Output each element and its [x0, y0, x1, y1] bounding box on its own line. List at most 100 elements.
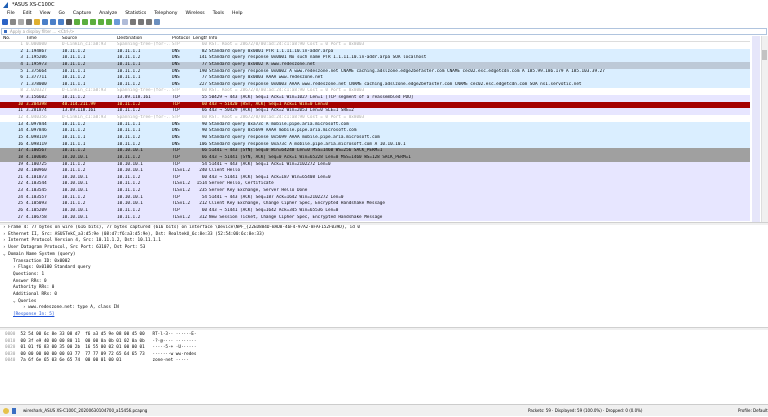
hex-ascii[interactable]: ·······w ww·redes — [153, 352, 197, 357]
packet-row[interactable]: 9 3.156602 10.11.1.2 13.89.118.161 TCP 55 5042… — [0, 95, 750, 102]
toolbar-icon[interactable] — [34, 19, 40, 25]
packet-row[interactable]: 14 4.097846 10.11.1.2 10.11.1.1 DNS 90 Standar… — [0, 128, 750, 135]
toolbar-icon[interactable] — [106, 19, 112, 25]
packet-details-pane: › Frame 4: 77 bytes on wire (616 bits), … — [0, 225, 768, 326]
packet-row[interactable]: 20 4.100960 10.11.1.2 10.10.10.1 TLSv1.2 240 C… — [0, 168, 750, 175]
menu-edit[interactable]: Edit — [19, 10, 36, 18]
detail-tree-item[interactable]: [Response In: 5] — [0, 312, 768, 319]
hex-offset: 0040 — [5, 358, 16, 364]
toolbar-icon[interactable] — [26, 19, 32, 25]
packet-row[interactable]: 23 4.103545 10.10.10.1 10.11.1.2 TLSv1.2 235 S… — [0, 188, 750, 195]
menu-bar: File Edit View Go Capture Analyze Statistics Te… — [0, 10, 247, 18]
packet-row[interactable]: 19 4.100725 10.11.1.2 10.10.10.1 TCP 54 51441 … — [0, 161, 750, 169]
packet-row[interactable]: 24 4.103557 10.11.1.2 10.10.10.1 TCP 54 51441 … — [0, 194, 750, 202]
packet-row[interactable]: 21 4.101873 10.10.10.1 10.11.1.2 TCP 60 443 → … — [0, 174, 750, 182]
toolbar-icon[interactable] — [146, 19, 152, 25]
toolbar-icon[interactable] — [66, 19, 72, 25]
toolbar-icon[interactable] — [138, 19, 144, 25]
hex-ascii[interactable]: ·?·@···· ········ — [153, 339, 197, 344]
menu-view[interactable]: View — [36, 10, 55, 18]
toolbar-icon[interactable] — [98, 19, 104, 25]
packet-row[interactable]: 4 1.195973 10.11.1.2 10.11.1.1 DNS 77 Standard… — [0, 61, 750, 69]
hex-ascii[interactable]: ·····5·+ ·U······ — [153, 345, 197, 350]
detail-tree-item[interactable]: › www.redeszone.net: type A, class IN — [0, 305, 768, 312]
detail-tree-item[interactable]: › Flags: 0x0100 Standard query — [0, 265, 768, 272]
packet-row[interactable]: 7 1.378000 10.11.1.1 10.11.1.2 DNS 227 Standar… — [0, 81, 750, 89]
packet-cell: 10.10.10.1 — [62, 214, 88, 220]
toolbar-icon[interactable] — [114, 19, 120, 25]
bookmark-icon[interactable] — [4, 30, 7, 33]
toolbar-icon[interactable] — [82, 19, 88, 25]
toolbar-icon[interactable] — [154, 19, 160, 25]
packet-row[interactable]: 2 1.194867 10.11.1.2 10.11.1.1 DNS 82 Standard… — [0, 48, 750, 56]
detail-tree-item[interactable]: › Frame 4: 77 bytes on wire (616 bits), … — [0, 225, 768, 232]
toolbar-icon[interactable] — [58, 19, 64, 25]
menu-help[interactable]: Help — [228, 10, 246, 18]
profile-label[interactable]: Profile: Default — [738, 405, 768, 417]
packet-row[interactable]: 18 4.100686 10.10.10.1 10.11.1.2 TCP 66 443 → … — [0, 154, 750, 162]
packet-row[interactable]: 11 3.281874 13.89.118.161 10.11.1.2 TCP 66 443… — [0, 108, 750, 116]
packet-row[interactable]: 3 1.195206 10.11.1.1 10.11.1.2 DNS 141 Standar… — [0, 55, 750, 62]
toolbar-icon[interactable] — [130, 19, 136, 25]
hex-bytes[interactable]: 00 3f e9 40 00 00 80 11 00 00 0a 0b 01 0… — [21, 339, 145, 344]
capture-file-name: wireshark_ASUS XS-C100C_20200630104700_a… — [23, 408, 148, 413]
detail-tree-item[interactable]: › User Datagram Protocol, Src Port: 6310… — [0, 245, 768, 252]
hex-row: 0040 7a 6f 6e 65 03 6e 65 74 00 00 01 00… — [0, 358, 768, 365]
menu-capture[interactable]: Capture — [69, 10, 95, 18]
packet-cell: 27 — [17, 214, 23, 220]
detail-tree-item[interactable]: Authority RRs: 0 — [0, 285, 768, 292]
packet-cell: TLSv1.2 — [172, 214, 191, 220]
menu-wireless[interactable]: Wireless — [181, 10, 208, 18]
packet-minimap[interactable] — [752, 36, 760, 222]
packet-row[interactable]: 5 1.375664 10.11.1.1 10.11.1.2 DNS 190 Standar… — [0, 68, 750, 76]
toolbar-icon[interactable] — [122, 19, 128, 25]
packet-row[interactable]: 10 3.204398 40.114.211.99 10.11.1.2 TCP 60 443… — [0, 101, 750, 109]
hex-offset: 0000 — [5, 332, 16, 337]
toolbar-icon[interactable] — [42, 19, 48, 25]
packet-row[interactable]: 12 4.040356 D-LinkIn_c1:a8:93 Spanning-tree… — [0, 115, 750, 122]
menu-go[interactable]: Go — [55, 10, 69, 18]
packet-row[interactable]: 26 4.105209 10.10.10.1 10.11.1.2 TCP 60 443 → … — [0, 208, 750, 215]
detail-text: ⌄ Domain Name System (query) — [3, 251, 76, 257]
packet-row[interactable]: 16 4.098119 10.11.1.1 10.11.1.2 DNS 106 Standa… — [0, 141, 750, 149]
toolbar-icon[interactable] — [90, 19, 96, 25]
detail-text[interactable]: [Response In: 5] — [13, 312, 54, 317]
packet-row[interactable]: 15 4.098119 10.11.1.1 10.11.1.2 DNS 90 Standar… — [0, 134, 750, 142]
packet-list-scrollbar[interactable] — [761, 36, 768, 222]
detail-text: Answer RRs: 0 — [13, 278, 47, 284]
hex-bytes[interactable]: 7a 6f 6e 65 03 6e 65 74 00 00 01 00 01 — [21, 358, 145, 363]
comment-icon[interactable] — [12, 408, 16, 414]
display-filter-input[interactable]: Apply a display filter … <Ctrl-/> — [1, 28, 767, 35]
hex-ascii[interactable]: zone·net ····· — [153, 358, 189, 363]
toolbar-icon[interactable] — [18, 19, 24, 25]
detail-tree-item[interactable]: Questions: 1 — [0, 272, 768, 279]
packet-row[interactable]: 1 0.000000 D-LinkIn_c1:a8:93 Spanning-tree-… — [0, 42, 750, 49]
menu-statistics[interactable]: Statistics — [121, 10, 150, 18]
menu-analyze[interactable]: Analyze — [95, 10, 121, 18]
menu-tools[interactable]: Tools — [209, 10, 228, 18]
scrollbar-thumb[interactable] — [762, 50, 767, 60]
packet-row[interactable]: 8 2.020327 D-LinkIn_c1:a8:93 Spanning-tree-… — [0, 88, 750, 96]
packet-row[interactable]: 17 4.100567 10.11.1.2 10.10.10.1 TCP 66 51441 … — [0, 148, 750, 155]
detail-tree-item[interactable]: Additional RRs: 0 — [0, 292, 768, 299]
hex-ascii[interactable]: RT·l·3·· ······E· — [153, 332, 197, 337]
packet-row[interactable]: 13 4.097844 10.11.1.2 10.11.1.1 DNS 90 Standar… — [0, 121, 750, 129]
packet-row[interactable]: 6 1.377711 10.11.1.2 10.11.1.1 DNS 77 Standard… — [0, 75, 750, 82]
detail-tree-item[interactable]: Transaction ID: 0x0002 — [0, 259, 768, 266]
toolbar-icon[interactable] — [2, 19, 8, 25]
toolbar-icon[interactable] — [74, 19, 80, 25]
detail-tree-item[interactable]: ⌄ Domain Name System (query) — [0, 252, 768, 259]
packet-row[interactable]: 22 4.103544 10.10.10.1 10.11.1.2 TLSv1.2 1514… — [0, 181, 750, 189]
hex-bytes[interactable]: 52 54 00 6c 8e 33 08 d7 f6 a3 d5 9e 08 0… — [21, 332, 145, 337]
menu-file[interactable]: File — [3, 10, 19, 18]
toolbar-icon[interactable] — [50, 19, 56, 25]
menu-telephony[interactable]: Telephony — [150, 10, 181, 18]
packet-row[interactable]: 27 4.106758 10.10.10.1 10.11.1.2 TLSv1.2 312 N… — [0, 214, 750, 222]
hex-bytes[interactable]: 01 01 f6 83 00 35 00 2b 16 55 00 02 01 0… — [21, 345, 145, 350]
detail-tree-item[interactable]: Answer RRs: 0 — [0, 279, 768, 286]
packet-row[interactable]: 25 4.105093 10.11.1.2 10.10.10.1 TLSv1.2 212 C… — [0, 201, 750, 209]
hex-bytes[interactable]: 00 00 00 00 00 00 03 77 77 77 09 72 65 6… — [21, 352, 145, 357]
expert-info-icon[interactable] — [3, 408, 9, 414]
toolbar-icon[interactable] — [10, 19, 16, 25]
main-toolbar — [2, 18, 160, 26]
